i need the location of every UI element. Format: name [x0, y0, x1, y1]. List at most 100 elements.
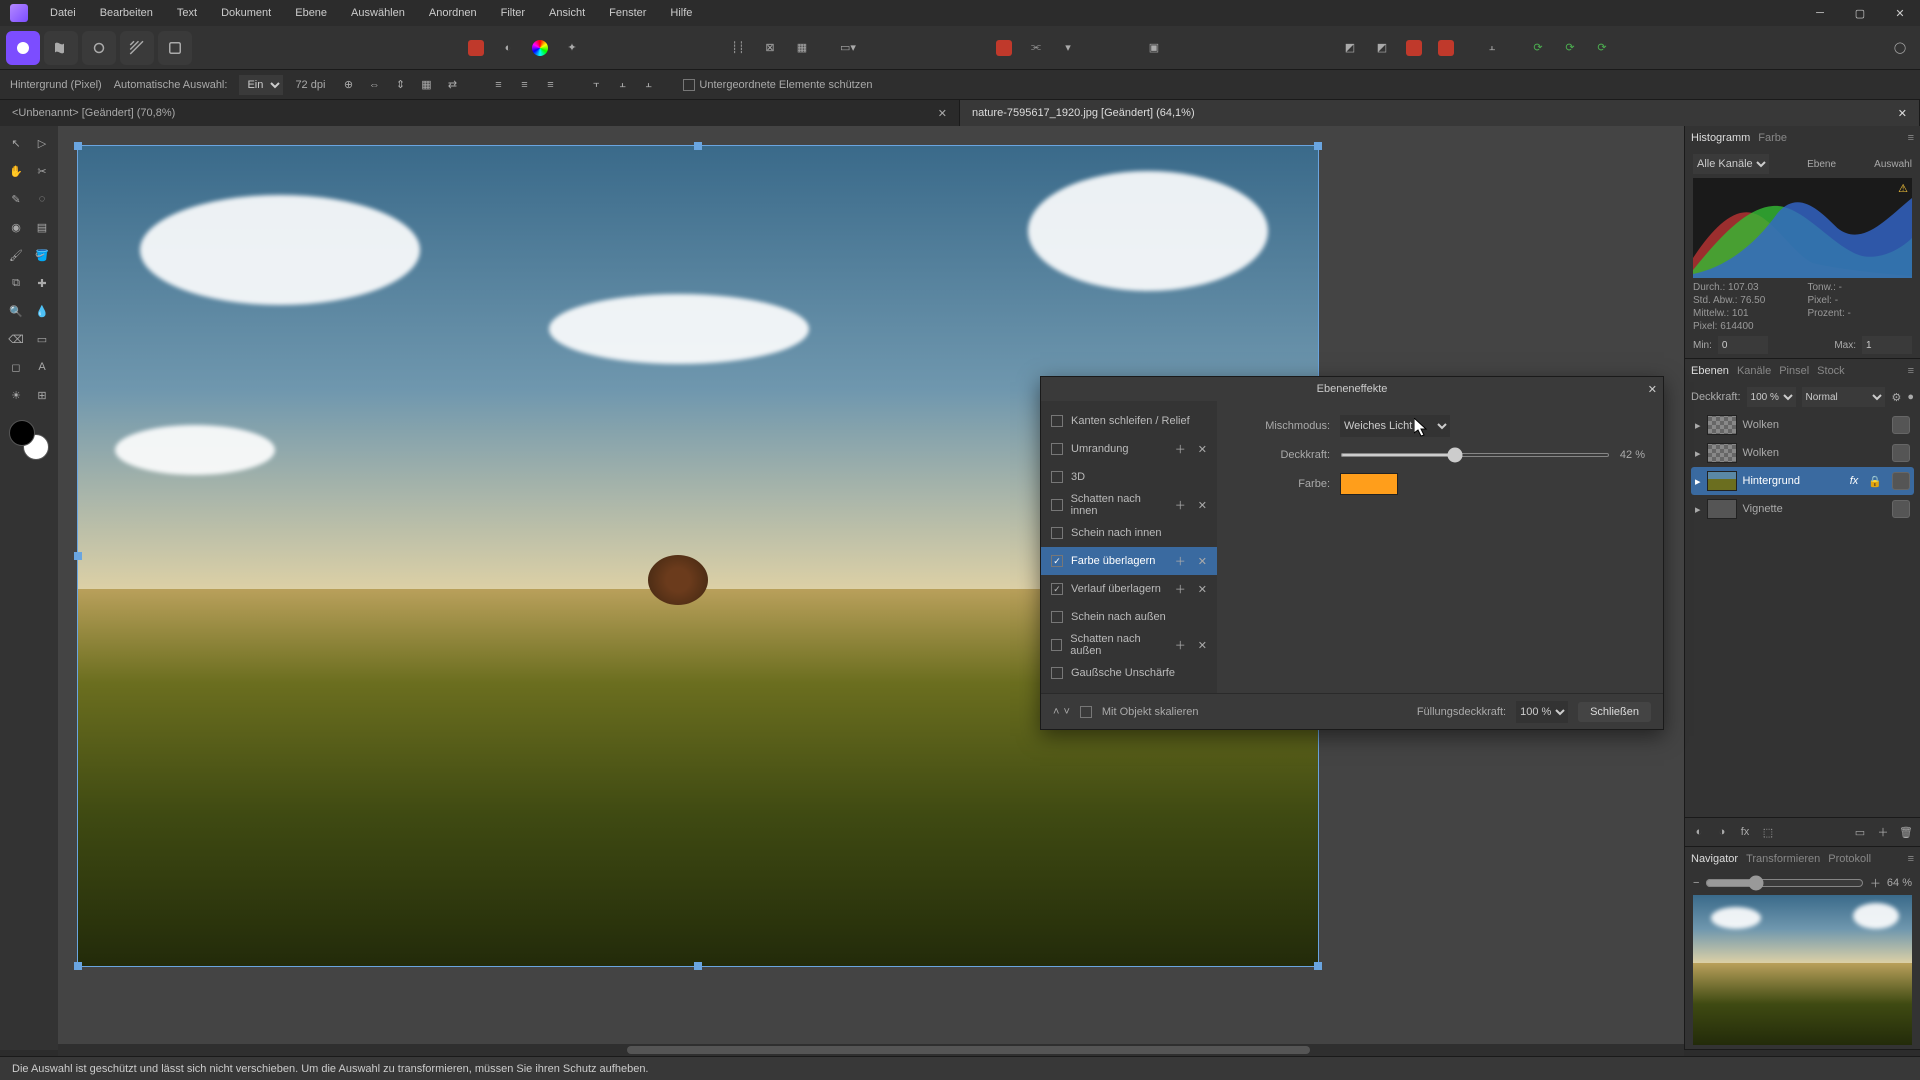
valign-bot-icon[interactable]: ⫠ — [637, 74, 659, 96]
menu-ansicht[interactable]: Ansicht — [537, 3, 597, 23]
scale-checkbox[interactable] — [1080, 706, 1092, 718]
valign-mid-icon[interactable]: ⫠ — [611, 74, 633, 96]
visibility-toggle[interactable] — [1892, 444, 1910, 462]
fx-add-icon[interactable]: ＋ — [1175, 441, 1186, 457]
fx-checkbox[interactable] — [1051, 667, 1063, 679]
grid-dotted-icon[interactable]: ┊┊ — [724, 34, 752, 62]
camera-icon[interactable]: ▣ — [1140, 34, 1168, 62]
mask-icon[interactable]: ◐ — [1689, 822, 1709, 842]
fx-add-icon[interactable]: ＋ — [1175, 581, 1186, 597]
align-center-icon[interactable]: ≡ — [513, 74, 535, 96]
order-front2-icon[interactable] — [1432, 34, 1460, 62]
expand-down-icon[interactable]: ˅ — [1063, 706, 1069, 718]
menu-hilfe[interactable]: Hilfe — [658, 3, 704, 23]
zoom-out-icon[interactable]: − — [1693, 877, 1699, 889]
fx-checkbox[interactable] — [1051, 527, 1063, 539]
wand-icon[interactable]: ✦ — [558, 34, 586, 62]
foreground-color-swatch[interactable] — [9, 420, 35, 446]
persona-photo[interactable] — [6, 31, 40, 65]
menu-bearbeiten[interactable]: Bearbeiten — [88, 3, 165, 23]
tab-histogram[interactable]: Histogramm — [1691, 132, 1750, 144]
layer-row[interactable]: ▸Wolken — [1691, 439, 1914, 467]
tab-kanaele[interactable]: Kanäle — [1737, 365, 1771, 377]
menu-ebene[interactable]: Ebene — [283, 3, 339, 23]
tab-protokoll[interactable]: Protokoll — [1828, 853, 1871, 865]
link-icon[interactable]: ⫘ — [1022, 34, 1050, 62]
fx-checkbox[interactable]: ✓ — [1051, 583, 1063, 595]
layer-fx-badge[interactable]: fx — [1850, 475, 1859, 487]
fx-item[interactable]: ✓Farbe überlagern＋✕ — [1041, 547, 1217, 575]
fx-item[interactable]: Schatten nach innen＋✕ — [1041, 491, 1217, 519]
ctx-center-icon[interactable]: ⊕ — [337, 74, 359, 96]
align-right-icon[interactable]: ≡ — [539, 74, 561, 96]
protect-checkbox[interactable] — [683, 79, 695, 91]
fx-checkbox[interactable] — [1051, 639, 1062, 651]
panel-menu-icon[interactable]: ≡ — [1908, 853, 1914, 865]
doc-preset-icon[interactable]: ▭▾ — [834, 34, 862, 62]
clone-tool[interactable]: ⧉ — [4, 270, 28, 296]
layer-row[interactable]: ▸Hintergrundfx🔒 — [1691, 467, 1914, 495]
node-tool[interactable]: ▷ — [30, 130, 54, 156]
expand-icon[interactable]: ▸ — [1695, 475, 1701, 488]
document-tab-0[interactable]: <Unbenannt> [Geändert] (70,8%) ✕ — [0, 100, 960, 126]
color-swatches[interactable] — [9, 420, 49, 460]
fx-item[interactable]: Schatten nach außen＋✕ — [1041, 631, 1217, 659]
crop-icon[interactable] — [990, 34, 1018, 62]
fx-add-icon[interactable]: ＋ — [1175, 637, 1186, 653]
sync-green2-icon[interactable]: ⟳ — [1556, 34, 1584, 62]
navigator-thumbnail[interactable] — [1693, 895, 1912, 1045]
context-mode-select[interactable]: Ein — [239, 75, 283, 95]
clip-icon[interactable]: ⬚ — [1758, 822, 1778, 842]
mesh-tool[interactable]: ⊞ — [30, 382, 54, 408]
smudge-tool[interactable]: 💧 — [30, 298, 54, 324]
align-left-icon[interactable]: ≡ — [487, 74, 509, 96]
ctx-hsize-icon[interactable]: ⇔ — [363, 74, 385, 96]
window-close[interactable]: ✕ — [1880, 0, 1920, 26]
lock-icon[interactable]: 🔒 — [1868, 475, 1882, 488]
sync-green-icon[interactable]: ⟳ — [1524, 34, 1552, 62]
layer-blend-select[interactable]: Normal — [1802, 387, 1886, 407]
menu-fenster[interactable]: Fenster — [597, 3, 658, 23]
expand-icon[interactable]: ▸ — [1695, 419, 1701, 432]
fx-add-icon[interactable]: ＋ — [1175, 497, 1186, 513]
fx-item[interactable]: ✓Verlauf überlagern＋✕ — [1041, 575, 1217, 603]
sync-green3-icon[interactable]: ⟳ — [1588, 34, 1616, 62]
panel-menu-icon[interactable]: ≡ — [1908, 132, 1914, 144]
blendmode-select[interactable]: Weiches Licht — [1340, 415, 1450, 437]
fx-item[interactable]: 3D — [1041, 463, 1217, 491]
document-tab-1[interactable]: nature-7595617_1920.jpg [Geändert] (64,1… — [960, 100, 1920, 126]
heal-tool[interactable]: ✚ — [30, 270, 54, 296]
dialog-titlebar[interactable]: Ebeneneffekte ✕ — [1041, 377, 1663, 401]
fx-item[interactable]: Schein nach außen — [1041, 603, 1217, 631]
order-back2-icon[interactable]: ◩ — [1368, 34, 1396, 62]
fx-item[interactable]: Umrandung＋✕ — [1041, 435, 1217, 463]
fx-remove-icon[interactable]: ✕ — [1198, 499, 1207, 512]
expand-icon[interactable]: ▸ — [1695, 447, 1701, 460]
histogram-channel-select[interactable]: Alle Kanäle — [1693, 154, 1769, 174]
tab-ebenen[interactable]: Ebenen — [1691, 365, 1729, 377]
fill-opacity-select[interactable]: 100 % — [1516, 701, 1568, 723]
order-back-icon[interactable]: ◩ — [1336, 34, 1364, 62]
layer-opacity-select[interactable]: 100 % — [1747, 387, 1796, 407]
color-wheel-icon[interactable] — [526, 34, 554, 62]
valign-top-icon[interactable]: ⫟ — [585, 74, 607, 96]
pen-tool[interactable]: ✎ — [4, 186, 28, 212]
link-dropdown[interactable]: ▾ — [1054, 34, 1082, 62]
tab-close-icon[interactable]: ✕ — [938, 107, 947, 120]
persona-export[interactable] — [158, 31, 192, 65]
hist-ebene-label[interactable]: Ebene — [1807, 159, 1836, 170]
persona-liquify[interactable] — [44, 31, 78, 65]
visibility-toggle[interactable] — [1892, 416, 1910, 434]
expand-icon[interactable]: ▸ — [1695, 503, 1701, 516]
ctx-vsize-icon[interactable]: ⇕ — [389, 74, 411, 96]
shape-tool[interactable]: ◻ — [4, 354, 28, 380]
fx-checkbox[interactable] — [1051, 443, 1063, 455]
tab-navigator[interactable]: Navigator — [1691, 853, 1738, 865]
expand-up-icon[interactable]: ˄ — [1053, 706, 1059, 718]
panel-menu-icon[interactable]: ≡ — [1908, 365, 1914, 377]
flood-tool[interactable]: ▤ — [30, 214, 54, 240]
hist-max-input[interactable] — [1862, 336, 1912, 354]
account-icon[interactable]: ◯ — [1886, 34, 1914, 62]
zoom-in-icon[interactable]: ＋ — [1870, 875, 1881, 891]
eraser-tool[interactable]: ⌫ — [4, 326, 28, 352]
